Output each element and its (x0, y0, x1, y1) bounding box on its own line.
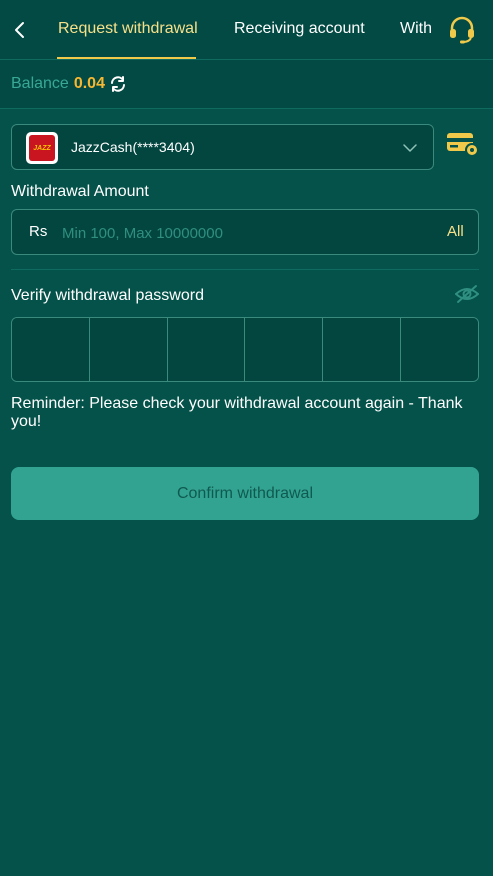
refresh-icon (110, 76, 125, 92)
eye-off-icon (454, 285, 480, 303)
back-button[interactable] (8, 18, 32, 42)
headset-icon (450, 16, 474, 44)
password-label: Verify withdrawal password (11, 287, 204, 304)
amount-input[interactable] (62, 218, 432, 248)
tab-withdrawal-history[interactable]: With (400, 0, 432, 60)
currency-symbol: Rs (29, 223, 48, 240)
password-visibility-toggle[interactable] (454, 284, 480, 304)
withdrawal-account-select[interactable]: JAZZ JazzCash(****3404) (11, 124, 434, 170)
password-input-group (11, 317, 479, 382)
password-digit-2[interactable] (89, 318, 168, 381)
account-name: JazzCash(****3404) (71, 139, 195, 155)
divider (11, 269, 479, 270)
balance-value: 0.04 (73, 75, 105, 92)
balance-label: Balance (11, 75, 69, 92)
card-settings-icon (447, 133, 479, 157)
password-digit-6[interactable] (401, 318, 478, 381)
password-digit-3[interactable] (167, 318, 246, 381)
refresh-balance-button[interactable] (109, 75, 127, 93)
customer-support-button[interactable] (446, 14, 478, 46)
chevron-left-icon (15, 22, 24, 38)
chevron-down-icon (403, 144, 417, 152)
confirm-withdrawal-button[interactable]: Confirm withdrawal (11, 467, 479, 520)
manage-cards-button[interactable] (446, 130, 480, 160)
password-digit-1[interactable] (12, 318, 90, 381)
top-nav: Request withdrawal Receiving account Wit… (0, 0, 493, 60)
withdrawal-amount-label: Withdrawal Amount (11, 183, 149, 200)
jazzcash-logo: JAZZ (26, 132, 58, 164)
jazzcash-logo-mark: JAZZ (29, 135, 55, 161)
password-digit-4[interactable] (245, 318, 324, 381)
reminder-text: Reminder: Please check your withdrawal a… (11, 395, 463, 430)
tab-request-withdrawal[interactable]: Request withdrawal (58, 0, 198, 60)
balance-bar: Balance 0.04 (0, 60, 493, 109)
amount-field: Rs All (11, 209, 479, 255)
active-tab-indicator (57, 57, 196, 59)
all-amount-button[interactable]: All (447, 223, 464, 240)
password-digit-5[interactable] (323, 318, 402, 381)
tab-receiving-account[interactable]: Receiving account (234, 0, 365, 60)
